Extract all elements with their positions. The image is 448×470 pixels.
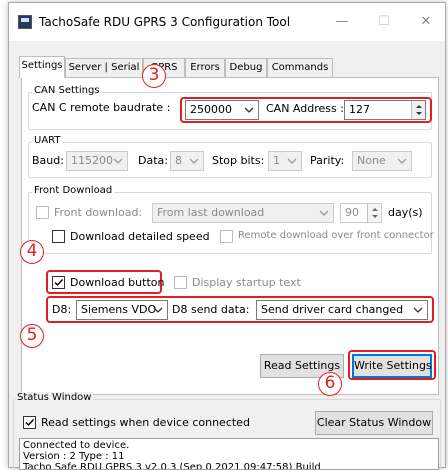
chevron-down-icon xyxy=(319,208,329,218)
front-download-title: Front Download xyxy=(32,185,115,196)
callout-3-badge: 3 xyxy=(142,64,166,88)
remote-download-label: Remote download over front connector xyxy=(238,230,434,241)
callout-4-badge: 4 xyxy=(20,240,44,264)
front-download-select[interactable]: From last download xyxy=(152,203,334,223)
app-icon xyxy=(18,15,32,29)
remote-download-checkbox[interactable] xyxy=(220,230,233,243)
chevron-down-icon xyxy=(153,305,163,315)
startup-text-checkbox[interactable] xyxy=(174,276,187,289)
can-address-spinner[interactable] xyxy=(411,101,425,119)
baud-value: 115200 xyxy=(71,154,113,167)
can-baudrate-label: CAN C remote baudrate : xyxy=(32,101,171,114)
status-line: Version : 2 Type : 11 xyxy=(23,451,125,462)
uart-title: UART xyxy=(32,135,63,146)
d8-send-value: Send driver card changed xyxy=(261,303,404,316)
can-baudrate-select[interactable]: 250000 xyxy=(185,100,259,120)
d8-send-label: D8 send data: xyxy=(172,303,250,316)
window-title: TachoSafe RDU GPRS 3 Configuration Tool xyxy=(39,15,291,29)
tab-debug[interactable]: Debug xyxy=(225,58,267,77)
read-on-connect-label: Read settings when device connected xyxy=(41,416,250,429)
front-download-group xyxy=(28,192,432,254)
data-bits-value: 8 xyxy=(175,154,182,167)
chevron-down-icon xyxy=(287,156,297,166)
settings-pane: CAN Settings CAN C remote baudrate : 250… xyxy=(21,77,439,395)
days-spinner[interactable] xyxy=(367,204,381,222)
data-bits-select[interactable]: 8 xyxy=(170,151,204,171)
d8-send-select[interactable]: Send driver card changed xyxy=(256,300,428,320)
stop-bits-select[interactable]: 1 xyxy=(268,151,302,171)
can-address-label: CAN Address : xyxy=(266,102,344,115)
tab-commands[interactable]: Commands xyxy=(267,58,333,77)
tab-errors[interactable]: Errors xyxy=(185,58,225,77)
write-settings-button[interactable]: Write Settings xyxy=(352,354,432,378)
can-baudrate-value: 250000 xyxy=(190,103,232,116)
days-value: 90 xyxy=(345,206,359,219)
stop-bits-value: 1 xyxy=(273,154,280,167)
baud-label: Baud: xyxy=(32,154,64,167)
clear-status-button[interactable]: Clear Status Window xyxy=(315,411,433,435)
chevron-down-icon xyxy=(244,105,254,115)
minimize-button[interactable]: — xyxy=(327,11,357,33)
d8-value: Siemens VDO xyxy=(81,303,157,316)
stop-bits-label: Stop bits: xyxy=(212,154,265,167)
detailed-speed-checkbox[interactable] xyxy=(52,230,65,243)
parity-label: Parity: xyxy=(310,154,345,167)
detailed-speed-label: Download detailed speed xyxy=(70,230,210,243)
status-log[interactable]: Connected to device. Version : 2 Type : … xyxy=(19,438,439,470)
data-bits-label: Data: xyxy=(138,154,168,167)
front-download-label: Front download: xyxy=(54,206,143,219)
parity-value: None xyxy=(357,154,386,167)
days-input[interactable]: 90 xyxy=(340,203,382,223)
status-window-title: Status Window xyxy=(15,392,94,403)
front-download-value: From last download xyxy=(157,206,265,219)
config-window: TachoSafe RDU GPRS 3 Configuration Tool … xyxy=(8,2,446,470)
startup-text-label: Display startup text xyxy=(192,276,301,289)
status-line: Tacho Safe RDU GPRS 3 v2.0.3 (Sep 0 2021… xyxy=(23,462,321,470)
baud-select[interactable]: 115200 xyxy=(66,151,128,171)
d8-label: D8: xyxy=(52,303,72,316)
can-address-value: 127 xyxy=(349,103,370,116)
chevron-down-icon xyxy=(397,156,407,166)
d8-select[interactable]: Siemens VDO xyxy=(76,300,168,320)
download-button-label: Download button xyxy=(70,276,165,289)
chevron-down-icon xyxy=(413,305,423,315)
front-download-checkbox[interactable] xyxy=(36,206,49,219)
chevron-down-icon xyxy=(189,156,199,166)
title-bar[interactable]: TachoSafe RDU GPRS 3 Configuration Tool … xyxy=(9,3,445,41)
download-button-checkbox[interactable] xyxy=(52,276,65,289)
callout-6-badge: 6 xyxy=(318,372,342,396)
parity-select[interactable]: None xyxy=(352,151,412,171)
close-button[interactable]: ✕ xyxy=(411,11,441,33)
can-address-input[interactable]: 127 xyxy=(344,100,426,120)
callout-5-badge: 5 xyxy=(20,324,44,348)
days-label: day(s) xyxy=(388,206,423,219)
tab-server-serial[interactable]: Server | Serial xyxy=(65,58,143,77)
tab-settings[interactable]: Settings xyxy=(19,56,65,78)
maximize-button[interactable]: ☐ xyxy=(369,11,399,33)
chevron-down-icon xyxy=(113,156,123,166)
can-settings-title: CAN Settings xyxy=(32,85,102,96)
read-on-connect-checkbox[interactable] xyxy=(23,416,36,429)
status-line: Connected to device. xyxy=(23,440,130,451)
